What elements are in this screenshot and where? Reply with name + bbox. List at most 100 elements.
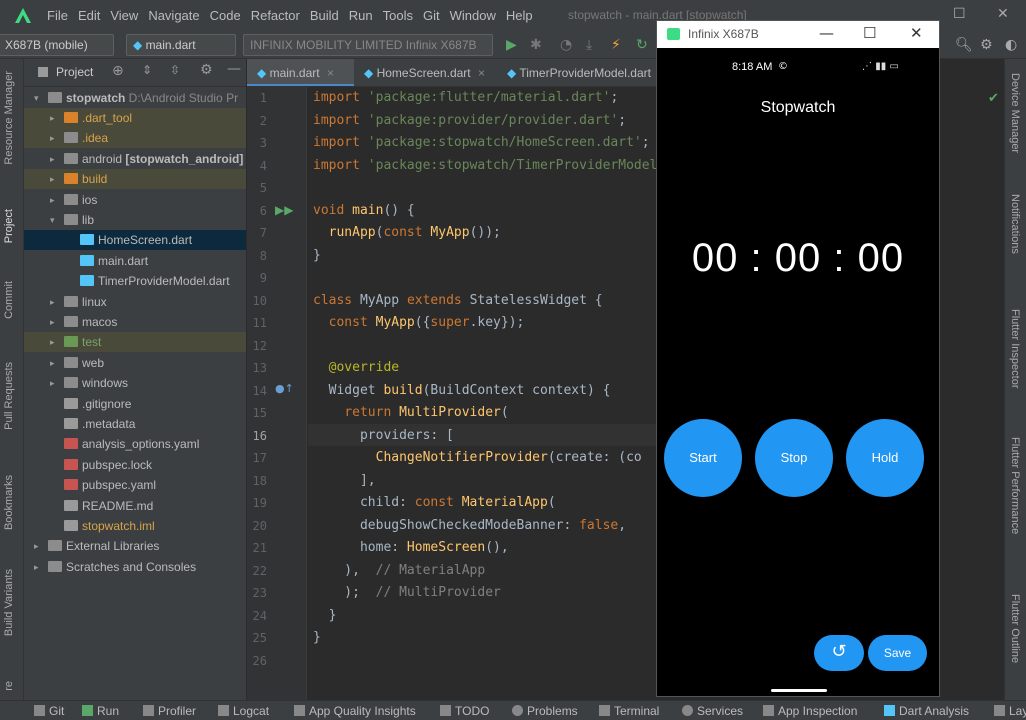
chevron-right-icon[interactable]: ▸: [50, 108, 55, 128]
tree-item[interactable]: stopwatch.iml: [24, 516, 246, 536]
run-icon[interactable]: ▶: [506, 36, 517, 54]
tool-app-quality-insights[interactable]: App Quality Insights: [294, 704, 416, 718]
menu-git[interactable]: Git: [423, 8, 440, 23]
hot-restart-icon[interactable]: ↻: [636, 36, 648, 54]
expand-icon[interactable]: ⇳: [170, 63, 180, 77]
tool-bookmarks[interactable]: Bookmarks: [3, 475, 15, 530]
run-config-selector[interactable]: ◆ main.dart: [126, 34, 236, 56]
chevron-right-icon[interactable]: ▸: [50, 190, 55, 210]
menu-navigate[interactable]: Navigate: [148, 8, 199, 23]
tool-problems[interactable]: Problems: [512, 704, 578, 718]
tool-resource-manager[interactable]: Resource Manager: [3, 71, 15, 165]
chevron-right-icon[interactable]: ▸: [50, 332, 55, 352]
tree-item[interactable]: ▸ linux: [24, 292, 246, 312]
tool-flutter-inspector[interactable]: Flutter Inspector: [1009, 309, 1021, 388]
project-panel-title[interactable]: Project: [56, 65, 93, 79]
tab-timerprovidermodel-dart[interactable]: ◆ TimerProviderModel.dart: [497, 59, 657, 86]
debug-icon[interactable]: ✱: [530, 36, 542, 54]
menu-refactor[interactable]: Refactor: [251, 8, 300, 23]
no-problems-check-icon[interactable]: ✔: [988, 91, 999, 106]
stop-button[interactable]: Stop: [755, 419, 833, 497]
menu-run[interactable]: Run: [349, 8, 373, 23]
tree-item[interactable]: pubspec.lock: [24, 455, 246, 475]
tree-item[interactable]: ▸ android [stopwatch_android]: [24, 149, 246, 169]
save-button[interactable]: Save: [868, 635, 927, 671]
emulator-maximize-icon[interactable]: ☐: [863, 24, 876, 42]
tree-item[interactable]: ▾ lib: [24, 210, 246, 230]
ide-maximize-icon[interactable]: ☐: [953, 6, 966, 22]
menu-edit[interactable]: Edit: [78, 8, 100, 23]
tree-item[interactable]: main.dart: [24, 251, 246, 271]
start-button[interactable]: Start: [664, 419, 742, 497]
tool-services[interactable]: Services: [682, 704, 743, 718]
chevron-right-icon[interactable]: ▸: [50, 292, 55, 312]
tree-item[interactable]: ▸ test: [24, 332, 246, 353]
tool-structure[interactable]: re: [3, 681, 15, 691]
target-device-selector[interactable]: INFINIX MOBILITY LIMITED Infinix X687B: [243, 34, 493, 56]
tool-run[interactable]: Run: [82, 704, 119, 718]
menu-help[interactable]: Help: [506, 8, 533, 23]
tool-commit[interactable]: Commit: [3, 281, 15, 319]
menu-window[interactable]: Window: [450, 8, 496, 23]
hold-button[interactable]: Hold: [846, 419, 924, 497]
hot-reload-icon[interactable]: ⚡: [611, 36, 621, 54]
tree-item[interactable]: ▸ .idea: [24, 128, 246, 149]
menu-tools[interactable]: Tools: [383, 8, 413, 23]
tool-project[interactable]: Project: [3, 209, 15, 243]
settings-icon[interactable]: ⚙: [200, 62, 213, 78]
tab-homescreen-dart[interactable]: ◆ HomeScreen.dart ×: [354, 59, 497, 86]
gesture-home-bar[interactable]: [771, 689, 827, 692]
tool-logcat[interactable]: Logcat: [218, 704, 269, 718]
emulator-minimize-icon[interactable]: —: [819, 24, 834, 42]
emulator-close-icon[interactable]: ✕: [910, 24, 923, 42]
chevron-right-icon[interactable]: ▸: [50, 312, 55, 332]
tree-item[interactable]: ▸ Scratches and Consoles: [24, 557, 246, 577]
chevron-right-icon[interactable]: ▸: [50, 373, 55, 393]
tool-build-variants[interactable]: Build Variants: [3, 569, 15, 636]
tree-item[interactable]: ▾ stopwatch D:\Android Studio Pr: [24, 88, 246, 108]
tool-git[interactable]: Git: [34, 704, 64, 718]
tree-item[interactable]: README.md: [24, 496, 246, 516]
chevron-right-icon[interactable]: ▸: [50, 353, 55, 373]
minimize-icon[interactable]: —: [227, 61, 241, 77]
run-main-icon[interactable]: ▶▶: [275, 203, 293, 217]
close-tab-icon[interactable]: ×: [478, 66, 485, 80]
tree-item[interactable]: TimerProviderModel.dart: [24, 271, 246, 291]
device-selector[interactable]: X687B (mobile): [0, 34, 114, 56]
tab-main-dart[interactable]: ◆ main.dart ×: [247, 59, 354, 86]
tree-item[interactable]: ▸ windows: [24, 373, 246, 393]
tree-item[interactable]: ▸ .dart_tool: [24, 107, 246, 128]
tree-item[interactable]: pubspec.yaml: [24, 475, 246, 495]
search-icon[interactable]: 🔍︎: [955, 36, 973, 54]
tool-flutter-performance[interactable]: Flutter Performance: [1009, 437, 1021, 534]
chevron-right-icon[interactable]: ▸: [50, 149, 55, 169]
collapse-icon[interactable]: ⇕: [142, 63, 152, 77]
tool-device-manager[interactable]: Device Manager: [1009, 73, 1021, 153]
chevron-right-icon[interactable]: ▸: [50, 169, 55, 189]
chevron-right-icon[interactable]: ▸: [34, 536, 39, 556]
tool-layout-inspector[interactable]: Lay: [994, 704, 1026, 718]
tool-todo[interactable]: TODO: [440, 704, 489, 718]
tree-item[interactable]: ▸ ios: [24, 190, 246, 210]
tree-item[interactable]: .gitignore: [24, 394, 246, 414]
crosshair-icon[interactable]: ⊕: [112, 63, 124, 79]
menu-view[interactable]: View: [110, 8, 138, 23]
chevron-down-icon[interactable]: ▾: [34, 88, 39, 108]
attach-icon[interactable]: ⤓: [586, 36, 592, 54]
ide-account-icon[interactable]: ◐: [1005, 36, 1017, 54]
tree-item[interactable]: .metadata: [24, 414, 246, 434]
tree-item[interactable]: ▸ macos: [24, 312, 246, 332]
tree-item[interactable]: ▸ web: [24, 353, 246, 373]
tree-item[interactable]: ▸ build: [24, 169, 246, 190]
tool-terminal[interactable]: Terminal: [599, 704, 659, 718]
tool-flutter-outline[interactable]: Flutter Outline: [1009, 594, 1021, 663]
tool-profiler[interactable]: Profiler: [143, 704, 196, 718]
tool-pull-requests[interactable]: Pull Requests: [3, 362, 15, 430]
chevron-right-icon[interactable]: ▸: [50, 128, 55, 148]
tool-app-inspection[interactable]: App Inspection: [763, 704, 857, 718]
code-editor[interactable]: import 'package:flutter/material.dart'; i…: [308, 87, 657, 700]
tree-item[interactable]: ▸ External Libraries: [24, 536, 246, 556]
chevron-down-icon[interactable]: ▾: [50, 210, 55, 230]
override-icon[interactable]: ●↑: [275, 382, 294, 395]
tool-dart-analysis[interactable]: Dart Analysis: [884, 704, 969, 718]
